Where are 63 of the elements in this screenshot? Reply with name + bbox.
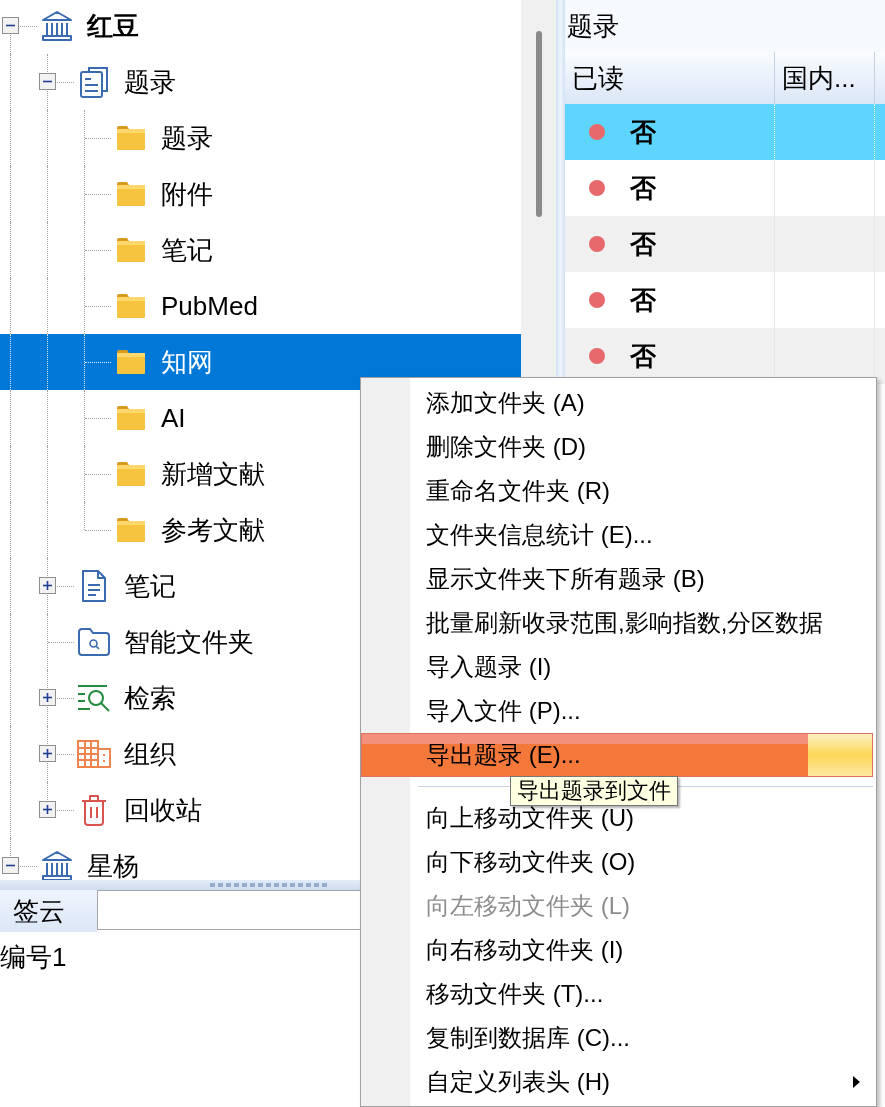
tag-item[interactable]: 编号1 <box>0 942 67 974</box>
read-status: 否 <box>630 343 656 369</box>
status-dot-icon <box>589 292 605 308</box>
scrollbar-thumb[interactable] <box>536 31 542 217</box>
menu-item[interactable]: 移动文件夹 (T)... <box>361 972 873 1016</box>
menu-item[interactable]: 自定义列表头 (H) <box>361 1060 873 1104</box>
search-list-icon <box>77 684 111 712</box>
menu-item[interactable]: 导入题录 (I) <box>361 645 873 689</box>
tooltip: 导出题录到文件 <box>510 776 678 806</box>
menu-item[interactable]: 导入文件 (P)... <box>361 689 873 733</box>
menu-item[interactable]: 向右移动文件夹 (I) <box>361 928 873 972</box>
documents-icon <box>79 66 109 98</box>
column-header[interactable]: 国内... <box>775 52 875 104</box>
plus-box-icon[interactable] <box>39 577 56 594</box>
folder-icon <box>117 182 145 206</box>
tree-item[interactable]: 题录 <box>0 110 521 166</box>
minus-box-icon[interactable] <box>2 17 19 34</box>
tree-item[interactable]: 知网 <box>0 334 521 390</box>
status-dot-icon <box>589 180 605 196</box>
bank-icon <box>40 10 74 42</box>
table-row[interactable]: 否 <box>565 328 885 384</box>
menu-item[interactable]: 文件夹信息统计 (E)... <box>361 513 873 557</box>
minus-box-icon[interactable] <box>2 857 19 874</box>
tree-item[interactable]: 红豆 <box>0 0 521 54</box>
folder-icon <box>117 350 145 374</box>
menu-item[interactable]: 复制到数据库 (C)... <box>361 1016 873 1060</box>
folder-icon <box>117 462 145 486</box>
folder-icon <box>117 406 145 430</box>
read-status: 否 <box>630 287 656 313</box>
folder-icon <box>117 518 145 542</box>
read-status: 否 <box>630 175 656 201</box>
read-status: 否 <box>630 119 656 145</box>
minus-box-icon[interactable] <box>39 73 56 90</box>
folder-icon <box>117 238 145 262</box>
table-row[interactable]: 否 <box>565 104 885 160</box>
menu-item[interactable]: 删除文件夹 (D) <box>361 425 873 469</box>
plus-box-icon[interactable] <box>39 689 56 706</box>
tag-cloud-label: 签云 <box>0 890 97 932</box>
folder-icon <box>117 126 145 150</box>
menu-item[interactable]: 导出题录 (E)... <box>361 733 873 777</box>
building-icon <box>77 740 111 768</box>
bank-icon <box>40 850 74 880</box>
column-header[interactable]: 已读 <box>565 52 775 104</box>
trash-icon <box>80 794 108 826</box>
document-icon <box>81 570 107 602</box>
read-status: 否 <box>630 231 656 257</box>
folder-icon <box>117 294 145 318</box>
status-dot-icon <box>589 124 605 140</box>
tree-item[interactable]: 题录 <box>0 54 521 110</box>
status-dot-icon <box>589 348 605 364</box>
folder-search-icon <box>78 628 110 656</box>
table-row[interactable]: 否 <box>565 216 885 272</box>
grip-icon <box>210 882 328 888</box>
tree-item[interactable]: 附件 <box>0 166 521 222</box>
tree-item[interactable]: 笔记 <box>0 222 521 278</box>
menu-item[interactable]: 向下移动文件夹 (O) <box>361 840 873 884</box>
menu-item[interactable]: 批量刷新收录范围,影响指数,分区数据 <box>361 601 873 645</box>
status-dot-icon <box>589 236 605 252</box>
panel-title: 题录 <box>565 0 885 52</box>
plus-box-icon[interactable] <box>39 745 56 762</box>
menu-item[interactable]: 显示文件夹下所有题录 (B) <box>361 557 873 601</box>
plus-box-icon[interactable] <box>39 801 56 818</box>
menu-item[interactable]: 重命名文件夹 (R) <box>361 469 873 513</box>
